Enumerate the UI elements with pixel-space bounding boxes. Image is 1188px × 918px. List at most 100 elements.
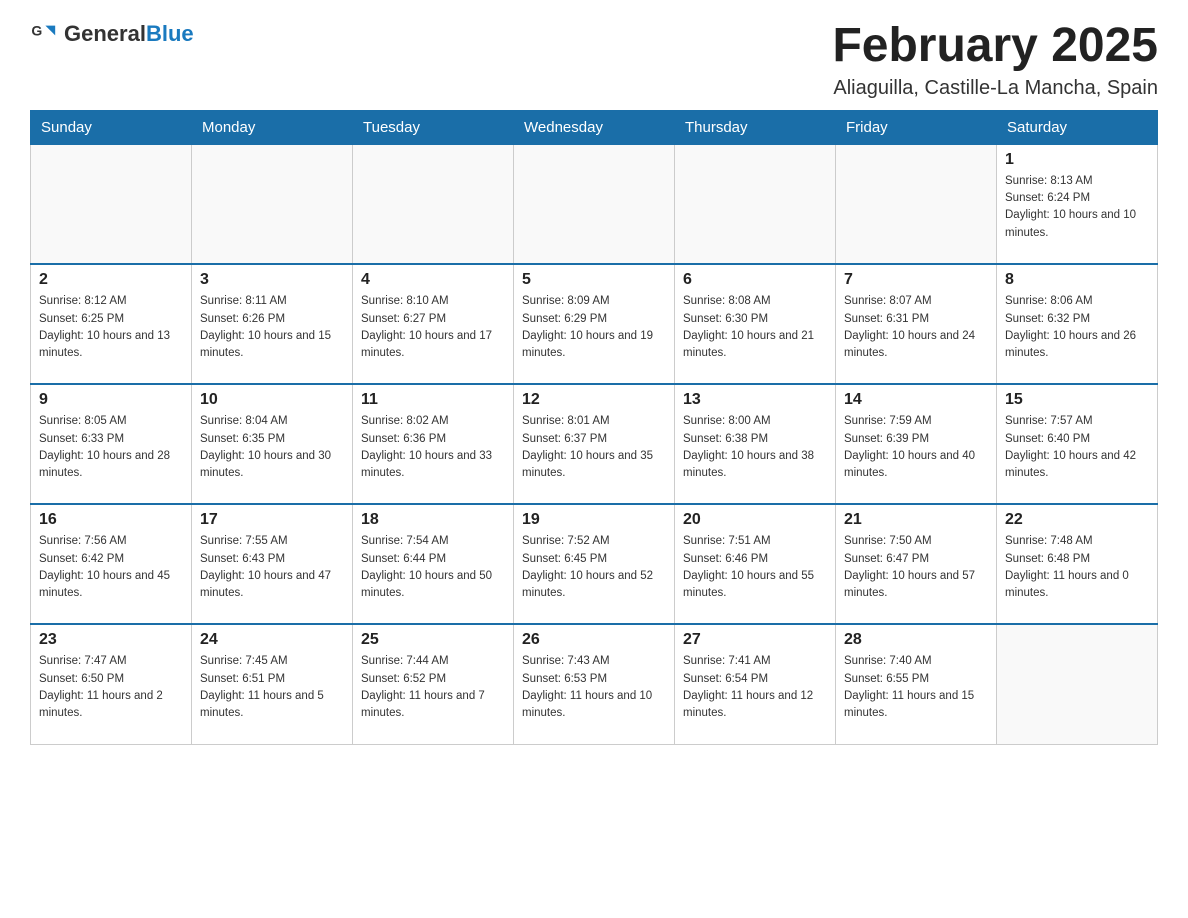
col-header-saturday: Saturday [997,110,1158,144]
day-info: Sunrise: 7:50 AMSunset: 6:47 PMDaylight:… [844,533,988,602]
day-info: Sunrise: 7:48 AMSunset: 6:48 PMDaylight:… [1005,533,1149,602]
calendar-cell: 27 Sunrise: 7:41 AMSunset: 6:54 PMDayligh… [675,624,836,744]
day-info: Sunrise: 7:45 AMSunset: 6:51 PMDaylight:… [200,653,344,722]
day-info: Sunrise: 7:52 AMSunset: 6:45 PMDaylight:… [522,533,666,602]
calendar-cell: 4Sunrise: 8:10 AMSunset: 6:27 PMDaylight… [353,264,514,384]
calendar-cell: 24 Sunrise: 7:45 AMSunset: 6:51 PMDayligh… [192,624,353,744]
day-number: 20 [683,511,827,529]
col-header-sunday: Sunday [31,110,192,144]
day-number: 5 [522,271,666,289]
calendar-cell: 10 Sunrise: 8:04 AMSunset: 6:35 PMDayligh… [192,384,353,504]
day-number: 13 [683,391,827,409]
calendar-cell: 17 Sunrise: 7:55 AMSunset: 6:43 PMDayligh… [192,504,353,624]
day-number: 7 [844,271,988,289]
day-number: 15 [1005,391,1149,409]
location-subtitle: Aliaguilla, Castille-La Mancha, Spain [832,77,1158,100]
day-number: 28 [844,631,988,649]
col-header-thursday: Thursday [675,110,836,144]
calendar-cell [192,144,353,264]
day-number: 14 [844,391,988,409]
day-info: Sunrise: 8:04 AMSunset: 6:35 PMDaylight:… [200,413,344,482]
day-info: Sunrise: 7:59 AMSunset: 6:39 PMDaylight:… [844,413,988,482]
calendar-cell: 25Sunrise: 7:44 AMSunset: 6:52 PMDayligh… [353,624,514,744]
calendar-cell: 9Sunrise: 8:05 AMSunset: 6:33 PMDaylight… [31,384,192,504]
day-info: Sunrise: 8:06 AMSunset: 6:32 PMDaylight:… [1005,293,1149,362]
calendar-header-row: SundayMondayTuesdayWednesdayThursdayFrid… [31,110,1158,144]
day-info: Sunrise: 8:01 AMSunset: 6:37 PMDaylight:… [522,413,666,482]
day-number: 2 [39,271,183,289]
day-info: Sunrise: 8:00 AMSunset: 6:38 PMDaylight:… [683,413,827,482]
col-header-monday: Monday [192,110,353,144]
day-number: 18 [361,511,505,529]
day-info: Sunrise: 7:40 AMSunset: 6:55 PMDaylight:… [844,653,988,722]
calendar-cell [353,144,514,264]
calendar-cell: 7Sunrise: 8:07 AMSunset: 6:31 PMDaylight… [836,264,997,384]
calendar-week-row: 2 Sunrise: 8:12 AMSunset: 6:25 PMDaylight… [31,264,1158,384]
day-number: 17 [200,511,344,529]
day-info: Sunrise: 7:41 AMSunset: 6:54 PMDaylight:… [683,653,827,722]
page-header: G GeneralBlue February 2025 Aliaguilla, … [30,20,1158,100]
calendar-cell: 5 Sunrise: 8:09 AMSunset: 6:29 PMDaylight… [514,264,675,384]
day-number: 10 [200,391,344,409]
day-info: Sunrise: 7:57 AMSunset: 6:40 PMDaylight:… [1005,413,1149,482]
calendar-cell: 2 Sunrise: 8:12 AMSunset: 6:25 PMDaylight… [31,264,192,384]
calendar-cell [514,144,675,264]
day-number: 16 [39,511,183,529]
day-number: 1 [1005,151,1149,169]
calendar-cell: 23 Sunrise: 7:47 AMSunset: 6:50 PMDayligh… [31,624,192,744]
day-info: Sunrise: 7:55 AMSunset: 6:43 PMDaylight:… [200,533,344,602]
calendar-cell: 6 Sunrise: 8:08 AMSunset: 6:30 PMDaylight… [675,264,836,384]
day-info: Sunrise: 8:12 AMSunset: 6:25 PMDaylight:… [39,293,183,362]
day-info: Sunrise: 7:44 AMSunset: 6:52 PMDaylight:… [361,653,505,722]
day-number: 26 [522,631,666,649]
logo-general: General [64,21,146,46]
calendar-cell: 13 Sunrise: 8:00 AMSunset: 6:38 PMDayligh… [675,384,836,504]
calendar-cell [997,624,1158,744]
day-number: 21 [844,511,988,529]
svg-text:G: G [31,22,42,38]
calendar-cell: 15 Sunrise: 7:57 AMSunset: 6:40 PMDayligh… [997,384,1158,504]
day-info: Sunrise: 8:08 AMSunset: 6:30 PMDaylight:… [683,293,827,362]
calendar-cell [31,144,192,264]
logo-icon: G [30,20,58,48]
calendar-cell: 20 Sunrise: 7:51 AMSunset: 6:46 PMDayligh… [675,504,836,624]
day-info: Sunrise: 8:10 AMSunset: 6:27 PMDaylight:… [361,293,505,362]
calendar-cell: 19Sunrise: 7:52 AMSunset: 6:45 PMDayligh… [514,504,675,624]
calendar-cell: 1Sunrise: 8:13 AMSunset: 6:24 PMDaylight… [997,144,1158,264]
calendar-week-row: 23 Sunrise: 7:47 AMSunset: 6:50 PMDayligh… [31,624,1158,744]
day-number: 24 [200,631,344,649]
month-title: February 2025 [832,20,1158,73]
day-number: 12 [522,391,666,409]
calendar-cell: 26 Sunrise: 7:43 AMSunset: 6:53 PMDayligh… [514,624,675,744]
day-number: 22 [1005,511,1149,529]
calendar-cell: 11 Sunrise: 8:02 AMSunset: 6:36 PMDayligh… [353,384,514,504]
day-number: 8 [1005,271,1149,289]
day-info: Sunrise: 8:02 AMSunset: 6:36 PMDaylight:… [361,413,505,482]
day-info: Sunrise: 8:05 AMSunset: 6:33 PMDaylight:… [39,413,183,482]
day-info: Sunrise: 7:56 AMSunset: 6:42 PMDaylight:… [39,533,183,602]
logo-blue: Blue [146,21,194,46]
calendar-cell: 21 Sunrise: 7:50 AMSunset: 6:47 PMDayligh… [836,504,997,624]
day-info: Sunrise: 7:47 AMSunset: 6:50 PMDaylight:… [39,653,183,722]
calendar-cell: 22 Sunrise: 7:48 AMSunset: 6:48 PMDayligh… [997,504,1158,624]
calendar-cell: 14 Sunrise: 7:59 AMSunset: 6:39 PMDayligh… [836,384,997,504]
day-number: 27 [683,631,827,649]
col-header-tuesday: Tuesday [353,110,514,144]
calendar-week-row: 1Sunrise: 8:13 AMSunset: 6:24 PMDaylight… [31,144,1158,264]
day-number: 11 [361,391,505,409]
calendar-week-row: 9Sunrise: 8:05 AMSunset: 6:33 PMDaylight… [31,384,1158,504]
day-info: Sunrise: 7:43 AMSunset: 6:53 PMDaylight:… [522,653,666,722]
day-info: Sunrise: 7:51 AMSunset: 6:46 PMDaylight:… [683,533,827,602]
calendar-week-row: 16 Sunrise: 7:56 AMSunset: 6:42 PMDayligh… [31,504,1158,624]
day-number: 23 [39,631,183,649]
calendar-cell [675,144,836,264]
calendar-cell: 12 Sunrise: 8:01 AMSunset: 6:37 PMDayligh… [514,384,675,504]
day-number: 6 [683,271,827,289]
day-number: 3 [200,271,344,289]
calendar-table: SundayMondayTuesdayWednesdayThursdayFrid… [30,110,1158,745]
day-info: Sunrise: 8:11 AMSunset: 6:26 PMDaylight:… [200,293,344,362]
calendar-cell: 18 Sunrise: 7:54 AMSunset: 6:44 PMDayligh… [353,504,514,624]
day-info: Sunrise: 7:54 AMSunset: 6:44 PMDaylight:… [361,533,505,602]
calendar-cell [836,144,997,264]
day-info: Sunrise: 8:09 AMSunset: 6:29 PMDaylight:… [522,293,666,362]
